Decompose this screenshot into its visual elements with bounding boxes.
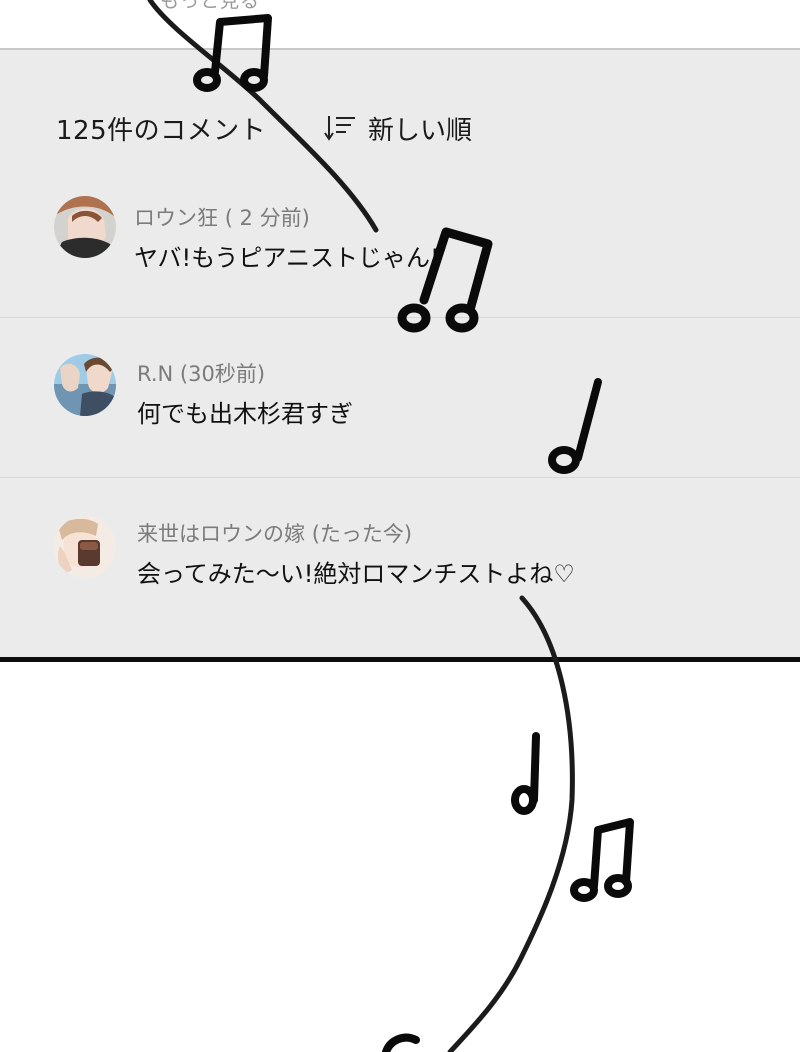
comment-text: 会ってみた～い!絶対ロマンチストよね♡ [137, 560, 575, 588]
comments-header: 125件のコメント 新しい順 [56, 110, 472, 147]
avatar[interactable] [54, 354, 116, 416]
comment-time: (30秒前) [179, 362, 266, 386]
music-note-icon [570, 818, 634, 902]
comment-item: 来世はロウンの嫁 (たった今) 会ってみた～い!絶対ロマンチストよね♡ [0, 478, 800, 658]
sort-button[interactable]: 新しい順 [324, 110, 472, 147]
top-strip: もっと見る [0, 0, 800, 48]
comment-author[interactable]: R.N [137, 362, 173, 386]
comment-text: 何でも出木杉君すぎ [137, 400, 353, 428]
comment-item: ロウン狂 ( 2 分前) ヤバ!もうピアニストじゃん! [0, 180, 800, 318]
comment-count: 125件のコメント [56, 116, 267, 146]
music-note-icon [382, 1033, 420, 1052]
comment-meta: R.N (30秒前) [137, 358, 265, 388]
comment-screen: もっと見る 125件のコメント 新しい順 ロウン狂 (2 分前) ヤバ!もうピ… [0, 0, 800, 1052]
comment-author[interactable]: 来世はロウンの嫁 [137, 522, 305, 546]
sort-label: 新しい順 [368, 116, 473, 146]
comment-author[interactable]: ロウン狂 [134, 206, 218, 230]
music-note-icon [511, 732, 540, 815]
comment-item: R.N (30秒前) 何でも出木杉君すぎ [0, 318, 800, 478]
comment-time: ( 2 分前) [224, 206, 310, 230]
comment-time: (たった今) [311, 522, 413, 546]
sort-icon [324, 115, 355, 141]
comment-meta: ロウン狂 ( 2 分前) [134, 202, 310, 232]
see-more-link[interactable]: もっと見る [160, 0, 260, 13]
comments-panel: 125件のコメント 新しい順 ロウン狂 (2 分前) ヤバ!もうピアニストじゃ… [0, 48, 800, 662]
comment-text: ヤバ!もうピアニストじゃん! [134, 244, 440, 272]
flow-line [447, 595, 575, 1052]
avatar[interactable] [54, 516, 116, 578]
avatar[interactable] [54, 196, 116, 258]
comment-meta: 来世はロウンの嫁 (たった今) [137, 518, 412, 548]
